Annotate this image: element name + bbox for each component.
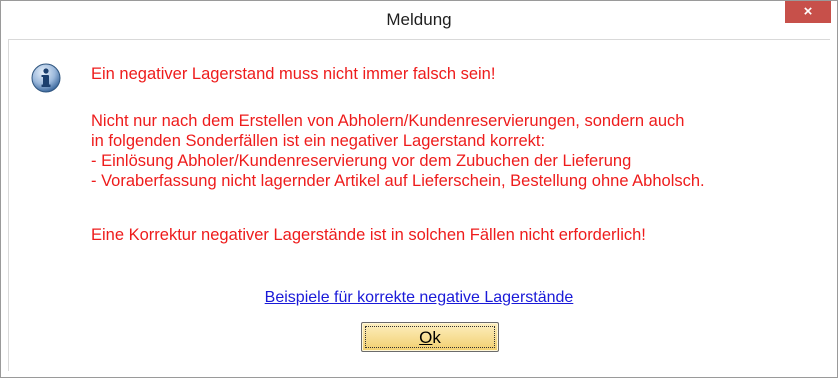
title-bar: Meldung × [1, 1, 837, 39]
ok-button[interactable]: Ok [361, 322, 499, 352]
ok-mnemonic: O [419, 328, 433, 347]
message-line: Nicht nur nach dem Erstellen von Abholer… [91, 112, 685, 130]
info-icon [31, 63, 61, 93]
message-line: - Einlösung Abholer/Kundenreservierung v… [91, 152, 632, 170]
ok-button-label: Ok [365, 326, 495, 348]
message-line: in folgenden Sonderfällen ist ein negati… [91, 132, 546, 150]
message-line: - Voraberfassung nicht lagernder Artikel… [91, 172, 705, 190]
close-button[interactable]: × [785, 1, 831, 23]
examples-link[interactable]: Beispiele für korrekte negative Lagerstä… [1, 289, 837, 307]
message-heading: Ein negativer Lagerstand muss nicht imme… [91, 65, 496, 83]
ok-label-rest: k [432, 328, 441, 347]
close-icon: × [803, 3, 813, 20]
dialog-title: Meldung [386, 10, 452, 29]
message-dialog: Meldung × Ein negativer Lagerstand muss … [0, 0, 838, 378]
message-footer: Eine Korrektur negativer Lagerstände ist… [91, 226, 646, 244]
